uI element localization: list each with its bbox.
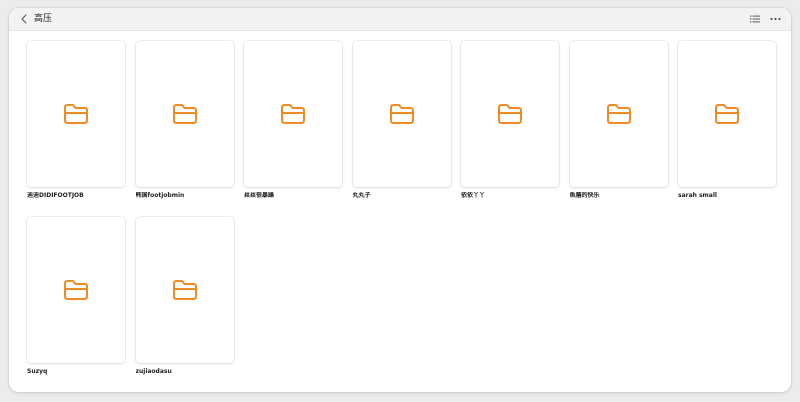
folder-icon [64,280,88,300]
folder-icon [389,104,414,124]
folder-item[interactable]: 迪迪DIDIFOOTJOB [27,41,125,207]
back-button[interactable] [17,11,31,27]
folder-item[interactable]: 依依丫丫 [461,41,559,207]
folder-name: 韩国footjobmin [135,192,185,199]
folder-thumbnail[interactable] [27,41,125,187]
folder-grid: 迪迪DIDIFOOTJOB 韩国footjobmin 丝丝很暴躁 丸丸子 依依丫丫 鱼膳的… [27,41,776,392]
folder-name: sarah small [678,192,717,199]
folder-name: 丸丸子 [352,192,371,199]
file-browser-window: 高压 迪迪DIDIFOOTJOB 韩国footjobmin 丝丝很暴躁 丸丸子 依依丫丫… [9,8,791,392]
folder-item[interactable]: 鱼膳的快乐 [569,41,668,207]
folder-thumbnail[interactable] [244,41,342,187]
folder-icon [715,104,739,124]
chevron-left-icon [21,14,27,24]
folder-icon [498,104,522,124]
more-horizontal-icon [769,17,781,21]
folder-item[interactable]: sarah small [678,41,776,207]
folder-name: 迪迪DIDIFOOTJOB [27,192,84,199]
title-bar: 高压 [9,8,791,31]
folder-item[interactable]: Suzyq [27,217,125,383]
folder-item[interactable]: 韩国footjobmin [135,41,234,207]
folder-icon [172,104,197,124]
folder-icon [172,280,197,300]
folder-thumbnail[interactable] [135,217,234,363]
folder-thumbnail[interactable] [678,41,776,187]
list-view-button[interactable] [749,13,761,25]
folder-name: 鱼膳的快乐 [569,192,600,199]
folder-item[interactable]: 丝丝很暴躁 [244,41,342,207]
list-icon [750,15,760,23]
page-title: 高压 [34,14,53,24]
folder-icon [281,104,305,124]
folder-thumbnail[interactable] [352,41,451,187]
folder-name: zujiaodasu [135,368,172,375]
folder-thumbnail[interactable] [135,41,234,187]
folder-name: 丝丝很暴躁 [244,192,275,199]
folder-item[interactable]: zujiaodasu [135,217,234,383]
folder-icon [64,104,88,124]
more-options-button[interactable] [768,13,782,25]
folder-item[interactable]: 丸丸子 [352,41,451,207]
folder-name: 依依丫丫 [461,192,486,199]
folder-thumbnail[interactable] [27,217,125,363]
folder-thumbnail[interactable] [569,41,668,187]
folder-icon [606,104,631,124]
folder-thumbnail[interactable] [461,41,559,187]
folder-name: Suzyq [27,368,48,375]
